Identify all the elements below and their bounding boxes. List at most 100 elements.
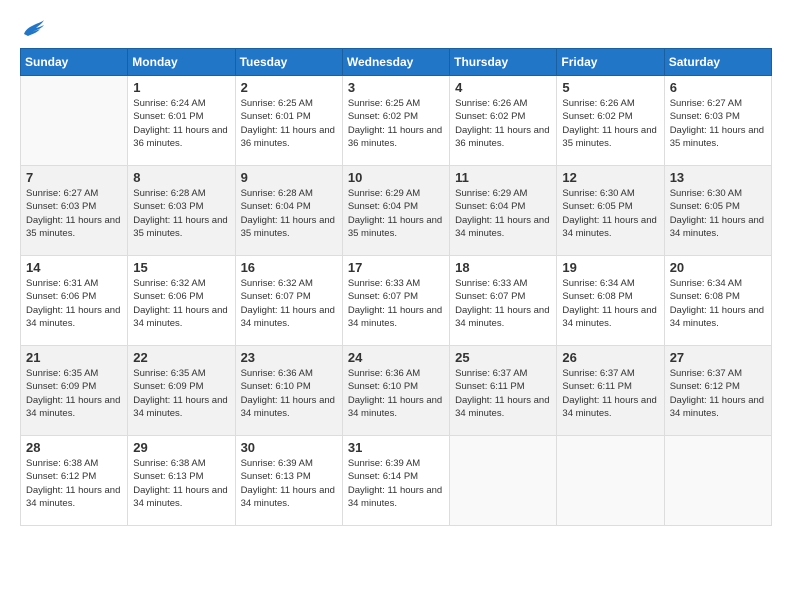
day-info: Sunrise: 6:36 AMSunset: 6:10 PMDaylight:… — [241, 367, 337, 420]
day-number: 31 — [348, 440, 444, 455]
day-info: Sunrise: 6:32 AMSunset: 6:07 PMDaylight:… — [241, 277, 337, 330]
day-info: Sunrise: 6:31 AMSunset: 6:06 PMDaylight:… — [26, 277, 122, 330]
calendar-cell: 2 Sunrise: 6:25 AMSunset: 6:01 PMDaylight… — [235, 76, 342, 166]
day-number: 23 — [241, 350, 337, 365]
day-info: Sunrise: 6:37 AMSunset: 6:11 PMDaylight:… — [562, 367, 658, 420]
logo — [20, 20, 44, 38]
day-number: 29 — [133, 440, 229, 455]
calendar-cell: 22 Sunrise: 6:35 AMSunset: 6:09 PMDayligh… — [128, 346, 235, 436]
day-info: Sunrise: 6:27 AMSunset: 6:03 PMDaylight:… — [670, 97, 766, 150]
day-info: Sunrise: 6:28 AMSunset: 6:03 PMDaylight:… — [133, 187, 229, 240]
calendar-header-row: SundayMondayTuesdayWednesdayThursdayFrid… — [21, 49, 772, 76]
day-info: Sunrise: 6:38 AMSunset: 6:13 PMDaylight:… — [133, 457, 229, 510]
calendar-cell — [557, 436, 664, 526]
calendar-cell: 1 Sunrise: 6:24 AMSunset: 6:01 PMDaylight… — [128, 76, 235, 166]
day-number: 18 — [455, 260, 551, 275]
day-number: 2 — [241, 80, 337, 95]
day-number: 25 — [455, 350, 551, 365]
day-number: 28 — [26, 440, 122, 455]
day-info: Sunrise: 6:25 AMSunset: 6:01 PMDaylight:… — [241, 97, 337, 150]
weekday-header-tuesday: Tuesday — [235, 49, 342, 76]
day-number: 7 — [26, 170, 122, 185]
day-number: 3 — [348, 80, 444, 95]
calendar-cell: 17 Sunrise: 6:33 AMSunset: 6:07 PMDayligh… — [342, 256, 449, 346]
day-info: Sunrise: 6:26 AMSunset: 6:02 PMDaylight:… — [562, 97, 658, 150]
calendar-cell — [450, 436, 557, 526]
day-info: Sunrise: 6:34 AMSunset: 6:08 PMDaylight:… — [562, 277, 658, 330]
day-number: 19 — [562, 260, 658, 275]
day-number: 6 — [670, 80, 766, 95]
day-number: 24 — [348, 350, 444, 365]
calendar-table: SundayMondayTuesdayWednesdayThursdayFrid… — [20, 48, 772, 526]
calendar-cell: 4Sunrise: 6:26 AMSunset: 6:02 PMDaylight… — [450, 76, 557, 166]
calendar-cell: 30Sunrise: 6:39 AMSunset: 6:13 PMDayligh… — [235, 436, 342, 526]
day-number: 20 — [670, 260, 766, 275]
calendar-cell: 23 Sunrise: 6:36 AMSunset: 6:10 PMDayligh… — [235, 346, 342, 436]
calendar-cell: 26Sunrise: 6:37 AMSunset: 6:11 PMDayligh… — [557, 346, 664, 436]
calendar-cell: 21Sunrise: 6:35 AMSunset: 6:09 PMDayligh… — [21, 346, 128, 436]
calendar-cell: 24Sunrise: 6:36 AMSunset: 6:10 PMDayligh… — [342, 346, 449, 436]
logo-bird-icon — [22, 20, 44, 38]
weekday-header-friday: Friday — [557, 49, 664, 76]
calendar-cell: 18Sunrise: 6:33 AMSunset: 6:07 PMDayligh… — [450, 256, 557, 346]
calendar-cell: 9 Sunrise: 6:28 AMSunset: 6:04 PMDaylight… — [235, 166, 342, 256]
calendar-cell: 3 Sunrise: 6:25 AMSunset: 6:02 PMDaylight… — [342, 76, 449, 166]
calendar-cell: 25 Sunrise: 6:37 AMSunset: 6:11 PMDayligh… — [450, 346, 557, 436]
day-info: Sunrise: 6:33 AMSunset: 6:07 PMDaylight:… — [348, 277, 444, 330]
day-info: Sunrise: 6:25 AMSunset: 6:02 PMDaylight:… — [348, 97, 444, 150]
calendar-cell: 6 Sunrise: 6:27 AMSunset: 6:03 PMDaylight… — [664, 76, 771, 166]
weekday-header-wednesday: Wednesday — [342, 49, 449, 76]
day-number: 22 — [133, 350, 229, 365]
calendar-cell: 28 Sunrise: 6:38 AMSunset: 6:12 PMDayligh… — [21, 436, 128, 526]
day-info: Sunrise: 6:24 AMSunset: 6:01 PMDaylight:… — [133, 97, 229, 150]
calendar-week-row: 21 Sunrise: 6:35 AMSunset: 6:09 PMDayligh… — [21, 346, 772, 436]
day-number: 12 — [562, 170, 658, 185]
page-header — [20, 20, 772, 38]
calendar-cell: 8 Sunrise: 6:28 AMSunset: 6:03 PMDaylight… — [128, 166, 235, 256]
day-info: Sunrise: 6:30 AMSunset: 6:05 PMDaylight:… — [562, 187, 658, 240]
calendar-week-row: 7Sunrise: 6:27 AMSunset: 6:03 PMDaylight… — [21, 166, 772, 256]
calendar-cell: 12 Sunrise: 6:30 AMSunset: 6:05 PMDayligh… — [557, 166, 664, 256]
day-number: 5 — [562, 80, 658, 95]
day-info: Sunrise: 6:38 AMSunset: 6:12 PMDaylight:… — [26, 457, 122, 510]
calendar-cell: 27 Sunrise: 6:37 AMSunset: 6:12 PMDayligh… — [664, 346, 771, 436]
day-number: 27 — [670, 350, 766, 365]
calendar-cell: 10 Sunrise: 6:29 AMSunset: 6:04 PMDayligh… — [342, 166, 449, 256]
day-number: 10 — [348, 170, 444, 185]
weekday-header-saturday: Saturday — [664, 49, 771, 76]
day-info: Sunrise: 6:29 AMSunset: 6:04 PMDaylight:… — [348, 187, 444, 240]
day-number: 4 — [455, 80, 551, 95]
day-info: Sunrise: 6:37 AMSunset: 6:11 PMDaylight:… — [455, 367, 551, 420]
calendar-cell: 16 Sunrise: 6:32 AMSunset: 6:07 PMDayligh… — [235, 256, 342, 346]
calendar-cell: 13Sunrise: 6:30 AMSunset: 6:05 PMDayligh… — [664, 166, 771, 256]
calendar-week-row: 1 Sunrise: 6:24 AMSunset: 6:01 PMDaylight… — [21, 76, 772, 166]
day-number: 21 — [26, 350, 122, 365]
day-info: Sunrise: 6:29 AMSunset: 6:04 PMDaylight:… — [455, 187, 551, 240]
day-number: 17 — [348, 260, 444, 275]
day-number: 30 — [241, 440, 337, 455]
calendar-cell: 5 Sunrise: 6:26 AMSunset: 6:02 PMDaylight… — [557, 76, 664, 166]
calendar-cell: 14 Sunrise: 6:31 AMSunset: 6:06 PMDayligh… — [21, 256, 128, 346]
day-number: 14 — [26, 260, 122, 275]
day-info: Sunrise: 6:39 AMSunset: 6:14 PMDaylight:… — [348, 457, 444, 510]
day-info: Sunrise: 6:37 AMSunset: 6:12 PMDaylight:… — [670, 367, 766, 420]
day-number: 16 — [241, 260, 337, 275]
calendar-week-row: 14 Sunrise: 6:31 AMSunset: 6:06 PMDayligh… — [21, 256, 772, 346]
calendar-cell: 7Sunrise: 6:27 AMSunset: 6:03 PMDaylight… — [21, 166, 128, 256]
calendar-week-row: 28 Sunrise: 6:38 AMSunset: 6:12 PMDayligh… — [21, 436, 772, 526]
weekday-header-sunday: Sunday — [21, 49, 128, 76]
day-info: Sunrise: 6:32 AMSunset: 6:06 PMDaylight:… — [133, 277, 229, 330]
calendar-cell — [21, 76, 128, 166]
day-number: 13 — [670, 170, 766, 185]
calendar-cell: 15 Sunrise: 6:32 AMSunset: 6:06 PMDayligh… — [128, 256, 235, 346]
day-number: 15 — [133, 260, 229, 275]
weekday-header-monday: Monday — [128, 49, 235, 76]
day-number: 1 — [133, 80, 229, 95]
day-number: 9 — [241, 170, 337, 185]
calendar-cell: 11 Sunrise: 6:29 AMSunset: 6:04 PMDayligh… — [450, 166, 557, 256]
day-info: Sunrise: 6:35 AMSunset: 6:09 PMDaylight:… — [133, 367, 229, 420]
day-number: 11 — [455, 170, 551, 185]
day-info: Sunrise: 6:28 AMSunset: 6:04 PMDaylight:… — [241, 187, 337, 240]
day-number: 8 — [133, 170, 229, 185]
calendar-cell: 19 Sunrise: 6:34 AMSunset: 6:08 PMDayligh… — [557, 256, 664, 346]
